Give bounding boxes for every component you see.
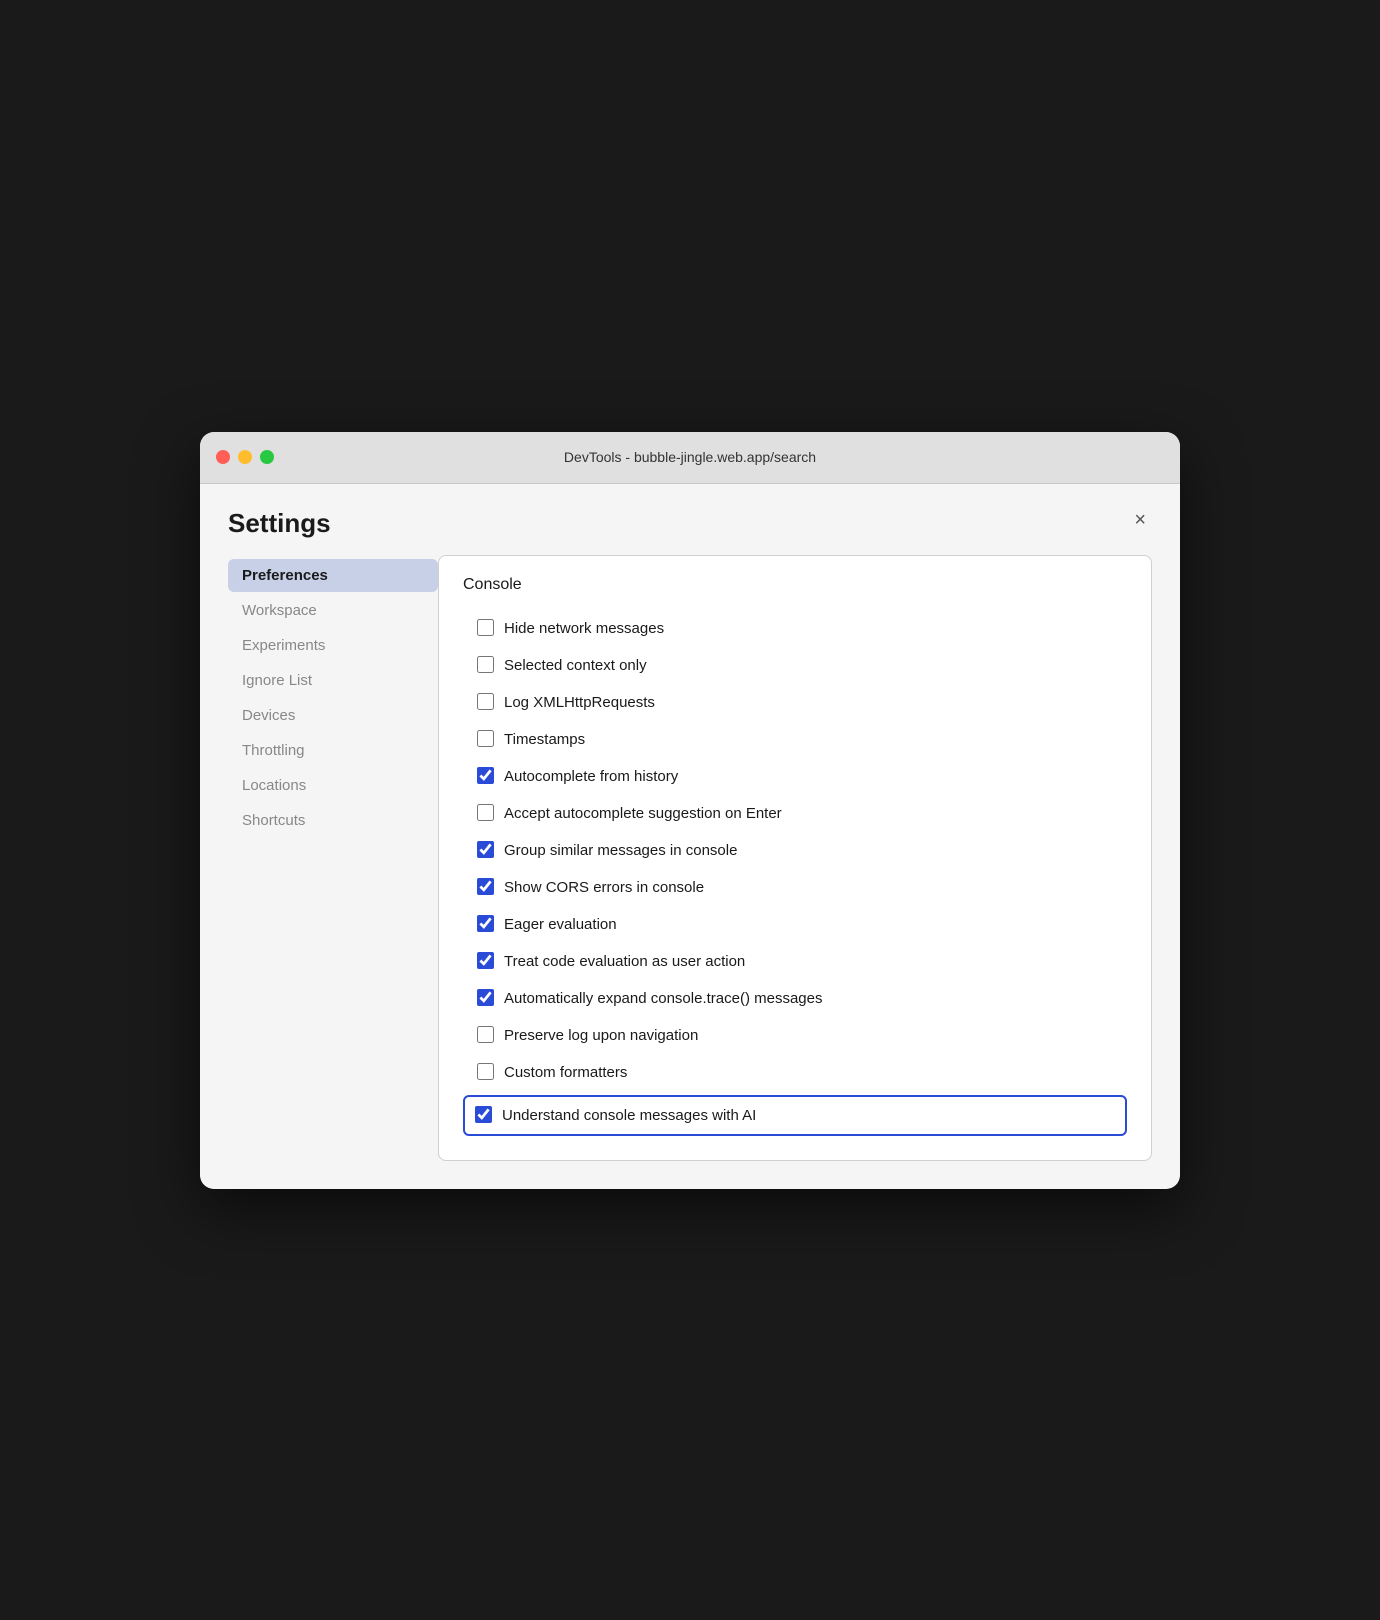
checkbox-auto-expand-input[interactable] xyxy=(477,989,494,1006)
window-body: Settings × Preferences Workspace Experim… xyxy=(200,484,1180,1189)
checkbox-timestamps-input[interactable] xyxy=(477,730,494,747)
close-traffic-light[interactable] xyxy=(216,450,230,464)
checkbox-timestamps: Timestamps xyxy=(463,721,1127,758)
checkbox-autocomplete-history: Autocomplete from history xyxy=(463,758,1127,795)
sidebar-item-preferences[interactable]: Preferences xyxy=(228,559,438,592)
checkbox-log-xhr: Log XMLHttpRequests xyxy=(463,684,1127,721)
checkbox-autocomplete-history-label[interactable]: Autocomplete from history xyxy=(504,766,678,787)
checkbox-timestamps-label[interactable]: Timestamps xyxy=(504,729,585,750)
sidebar-item-throttling[interactable]: Throttling xyxy=(228,734,438,767)
checkbox-preserve-log: Preserve log upon navigation xyxy=(463,1017,1127,1054)
sidebar-item-shortcuts[interactable]: Shortcuts xyxy=(228,804,438,837)
checkbox-group-similar-label[interactable]: Group similar messages in console xyxy=(504,840,737,861)
checkbox-eager-eval-label[interactable]: Eager evaluation xyxy=(504,914,617,935)
close-button[interactable]: × xyxy=(1128,508,1152,532)
settings-heading: Settings xyxy=(228,508,331,539)
minimize-traffic-light[interactable] xyxy=(238,450,252,464)
checkbox-custom-formatters-input[interactable] xyxy=(477,1063,494,1080)
checkbox-understand-ai-label[interactable]: Understand console messages with AI xyxy=(502,1105,756,1126)
checkbox-group-similar: Group similar messages in console xyxy=(463,832,1127,869)
checkbox-selected-context-input[interactable] xyxy=(477,656,494,673)
checkbox-understand-ai: Understand console messages with AI xyxy=(463,1095,1127,1136)
checkbox-preserve-log-input[interactable] xyxy=(477,1026,494,1043)
maximize-traffic-light[interactable] xyxy=(260,450,274,464)
sidebar-item-locations[interactable]: Locations xyxy=(228,769,438,802)
checkbox-show-cors-label[interactable]: Show CORS errors in console xyxy=(504,877,704,898)
checkbox-treat-code-input[interactable] xyxy=(477,952,494,969)
checkbox-auto-expand-label[interactable]: Automatically expand console.trace() mes… xyxy=(504,988,823,1009)
checkbox-show-cors: Show CORS errors in console xyxy=(463,869,1127,906)
sidebar-item-workspace[interactable]: Workspace xyxy=(228,594,438,627)
checkbox-eager-eval: Eager evaluation xyxy=(463,906,1127,943)
sidebar: Preferences Workspace Experiments Ignore… xyxy=(228,555,438,1161)
checkbox-treat-code-label[interactable]: Treat code evaluation as user action xyxy=(504,951,745,972)
settings-header: Settings × xyxy=(228,508,1152,539)
title-bar: DevTools - bubble-jingle.web.app/search xyxy=(200,432,1180,484)
checkbox-accept-autocomplete-label[interactable]: Accept autocomplete suggestion on Enter xyxy=(504,803,782,824)
sidebar-item-experiments[interactable]: Experiments xyxy=(228,629,438,662)
checkbox-accept-autocomplete: Accept autocomplete suggestion on Enter xyxy=(463,795,1127,832)
checkbox-accept-autocomplete-input[interactable] xyxy=(477,804,494,821)
checkbox-hide-network: Hide network messages xyxy=(463,610,1127,647)
checkbox-autocomplete-history-input[interactable] xyxy=(477,767,494,784)
checkbox-log-xhr-label[interactable]: Log XMLHttpRequests xyxy=(504,692,655,713)
content-panel: Console Hide network messages Selected c… xyxy=(438,555,1152,1161)
checkbox-selected-context-label[interactable]: Selected context only xyxy=(504,655,647,676)
checkbox-treat-code: Treat code evaluation as user action xyxy=(463,943,1127,980)
checkbox-show-cors-input[interactable] xyxy=(477,878,494,895)
window-title: DevTools - bubble-jingle.web.app/search xyxy=(564,449,816,465)
console-section-title: Console xyxy=(463,576,1127,594)
checkbox-hide-network-label[interactable]: Hide network messages xyxy=(504,618,664,639)
settings-container: Settings × Preferences Workspace Experim… xyxy=(200,484,1180,1189)
checkbox-eager-eval-input[interactable] xyxy=(477,915,494,932)
checkbox-understand-ai-input[interactable] xyxy=(475,1106,492,1123)
checkbox-custom-formatters-label[interactable]: Custom formatters xyxy=(504,1062,627,1083)
checkbox-log-xhr-input[interactable] xyxy=(477,693,494,710)
checkbox-preserve-log-label[interactable]: Preserve log upon navigation xyxy=(504,1025,698,1046)
checkbox-selected-context: Selected context only xyxy=(463,647,1127,684)
devtools-window: DevTools - bubble-jingle.web.app/search … xyxy=(200,432,1180,1189)
checkbox-auto-expand: Automatically expand console.trace() mes… xyxy=(463,980,1127,1017)
checkbox-hide-network-input[interactable] xyxy=(477,619,494,636)
sidebar-item-devices[interactable]: Devices xyxy=(228,699,438,732)
content-inner: Console Hide network messages Selected c… xyxy=(439,556,1151,1160)
checkbox-custom-formatters: Custom formatters xyxy=(463,1054,1127,1091)
checkbox-group-similar-input[interactable] xyxy=(477,841,494,858)
settings-layout: Preferences Workspace Experiments Ignore… xyxy=(228,555,1152,1161)
sidebar-item-ignore-list[interactable]: Ignore List xyxy=(228,664,438,697)
traffic-lights xyxy=(216,450,274,464)
